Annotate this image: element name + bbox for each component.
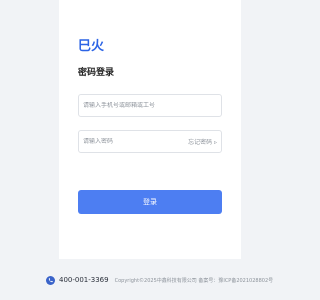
support-phone-number: 400-001-3369 bbox=[59, 276, 109, 284]
login-button[interactable]: 登录 bbox=[78, 190, 222, 214]
brand-logo: 巳火 bbox=[78, 39, 105, 54]
footer: 400-001-3369 Copyright©2025中鑫科技有限公司 备案号：… bbox=[46, 274, 273, 286]
login-page: 巳火 密码登录 忘记密码 ▹ 登录 400-001-3369 Copyright… bbox=[0, 0, 300, 300]
login-heading: 密码登录 bbox=[78, 68, 115, 78]
username-field-container bbox=[78, 94, 222, 117]
phone-icon bbox=[46, 275, 55, 285]
login-card: 巳火 密码登录 忘记密码 ▹ 登录 bbox=[59, 0, 241, 259]
password-field-container: 忘记密码 ▹ bbox=[78, 130, 222, 153]
username-input[interactable] bbox=[83, 102, 217, 109]
forgot-password-link[interactable]: 忘记密码 ▹ bbox=[188, 137, 217, 146]
password-input[interactable] bbox=[83, 138, 189, 145]
copyright-text: Copyright©2025中鑫科技有限公司 备案号：豫ICP备20210288… bbox=[114, 277, 274, 284]
